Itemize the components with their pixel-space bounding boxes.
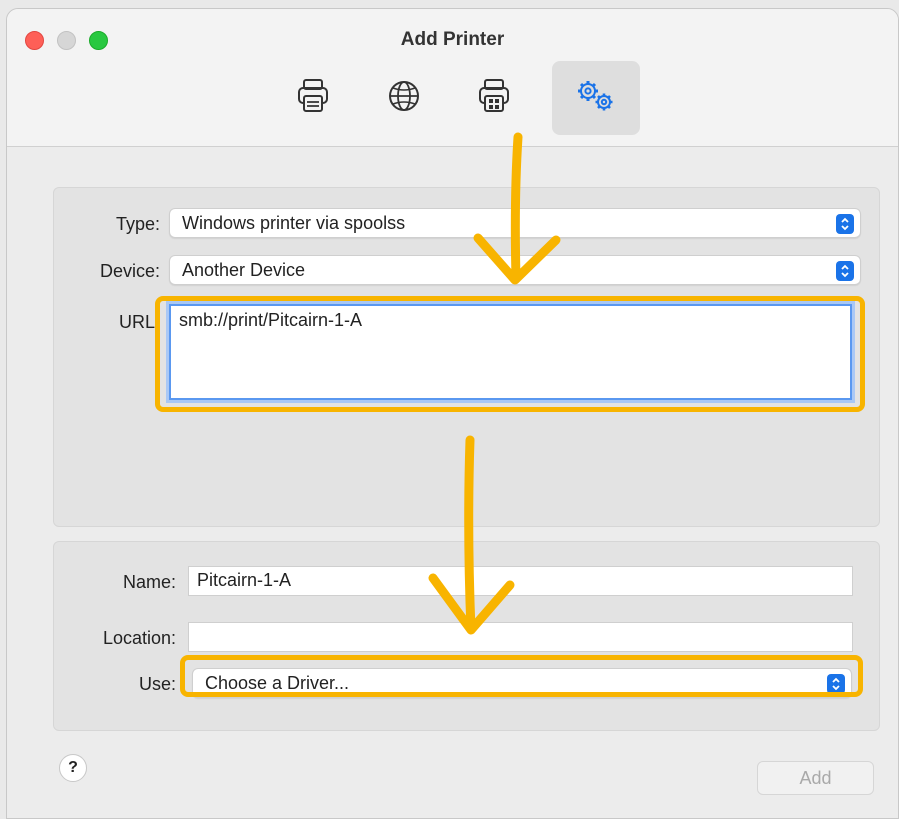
name-label: Name: xyxy=(122,572,176,592)
toolbar-windows-button[interactable] xyxy=(450,61,538,135)
chevron-updown-icon xyxy=(836,214,854,234)
url-field[interactable]: smb://print/Pitcairn-1-A xyxy=(169,304,852,400)
chevron-updown-icon xyxy=(827,674,845,694)
chevron-updown-icon xyxy=(836,261,854,281)
device-value: Another Device xyxy=(182,259,306,280)
url-value: smb://print/Pitcairn-1-A xyxy=(179,310,363,330)
url-label: URL: xyxy=(118,312,160,332)
windows-printer-icon xyxy=(478,78,510,119)
window-titlebar: Add Printer xyxy=(7,9,898,147)
type-label: Type: xyxy=(115,214,160,234)
type-value: Windows printer via spoolss xyxy=(182,212,406,233)
name-field[interactable]: Pitcairn-1-A xyxy=(188,566,853,596)
toolbar-advanced-button[interactable] xyxy=(552,61,640,135)
printer-info-panel: Name: Pitcairn-1-A Location: Use: Choose… xyxy=(53,541,880,731)
toolbar-default-button[interactable] xyxy=(269,61,357,135)
use-value: Choose a Driver... xyxy=(205,672,350,693)
toolbar-ip-button[interactable] xyxy=(360,61,448,135)
help-button[interactable]: ? xyxy=(59,754,87,782)
type-popup[interactable]: Windows printer via spoolss xyxy=(169,208,861,238)
location-label: Location: xyxy=(102,628,176,648)
globe-icon xyxy=(387,79,421,118)
location-field[interactable] xyxy=(188,622,853,652)
device-label: Device: xyxy=(99,261,160,281)
name-value: Pitcairn-1-A xyxy=(197,570,292,590)
connection-panel: Type: Windows printer via spoolss Device… xyxy=(53,187,880,527)
add-printer-window: Add Printer Type: Windows printer via sp… xyxy=(6,8,899,819)
use-driver-popup[interactable]: Choose a Driver... xyxy=(192,668,852,698)
printer-icon xyxy=(297,78,329,119)
device-popup[interactable]: Another Device xyxy=(169,255,861,285)
gears-icon xyxy=(574,78,618,119)
use-label: Use: xyxy=(138,674,176,694)
add-button[interactable]: Add xyxy=(757,761,874,795)
window-title: Add Printer xyxy=(400,29,505,50)
